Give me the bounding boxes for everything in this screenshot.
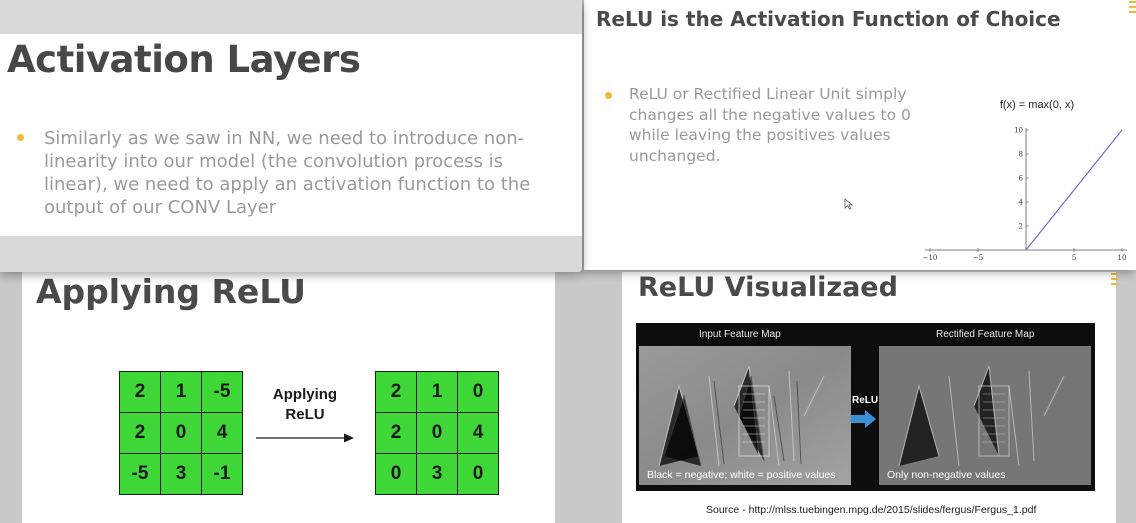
matrix-cell: 1 [417, 372, 457, 412]
slide-relu-visualized: ReLU Visualizaed Input Feature Map Recti… [584, 272, 1136, 523]
output-caption: Only non-negative values [887, 469, 1006, 481]
matrix-cell: 2 [120, 372, 160, 412]
menu-lines-icon [1129, 1, 1136, 13]
matrix-cell: 4 [458, 413, 498, 453]
x-tick-label: −5 [973, 254, 983, 262]
matrix-cell: -1 [202, 454, 242, 494]
slide-title: ReLU Visualizaed [638, 272, 898, 303]
applying-label-line2: ReLU [285, 406, 325, 423]
matrix-cell: 4 [202, 413, 242, 453]
menu-lines-icon [1111, 273, 1118, 285]
y-tick-label: 4 [1019, 199, 1024, 207]
right-arrow-icon [256, 433, 354, 443]
matrix-cell: 0 [161, 413, 201, 453]
matrix-cell: 0 [458, 454, 498, 494]
bullet-text: ReLU or Rectified Linear Unit simply cha… [629, 85, 911, 165]
bullet-icon [17, 134, 24, 141]
mouse-cursor-icon [844, 198, 853, 210]
plot-title: f(x) = max(0, x) [1000, 99, 1074, 111]
slide-relu-choice: ReLU is the Activation Function of Choic… [584, 0, 1136, 270]
rectified-feature-map-label: Rectified Feature Map [936, 329, 1035, 340]
matrix-cell: 1 [161, 372, 201, 412]
bullet-text: Similarly as we saw in NN, we need to in… [44, 128, 531, 218]
x-tick-label: −10 [923, 254, 938, 262]
rectified-feature-map-image: Only non-negative values [879, 346, 1091, 485]
input-feature-map-label: Input Feature Map [699, 329, 781, 340]
matrix-cell: 2 [120, 413, 160, 453]
matrix-cell: -5 [202, 372, 242, 412]
input-feature-map-image: Black = negative; white = positive value… [639, 346, 851, 485]
output-matrix: 210204030 [375, 371, 499, 495]
input-matrix: 2 1 -5 2 0 4 -5 3 -1 [119, 371, 243, 495]
y-tick-label: 8 [1019, 151, 1023, 159]
matrix-cell: 3 [161, 454, 201, 494]
slide-title: Activation Layers [7, 38, 361, 81]
slide-activation-layers: Activation Layers Similarly as we saw in… [0, 0, 582, 272]
slide-title: Applying ReLU [36, 272, 306, 311]
relu-line [1025, 129, 1123, 251]
y-tick-label: 10 [1014, 127, 1023, 135]
matrix-cell: -5 [120, 454, 160, 494]
slide-applying-relu: Applying ReLU 2 1 -5 2 0 4 -5 3 -1 Applying ReLU… [22, 270, 555, 523]
relu-function-plot: f(x) = max(0, x) −10 −5 5 10 2 4 6 8 10 [923, 99, 1127, 262]
relu-arrow-icon [851, 410, 876, 428]
input-caption: Black = negative; white = positive value… [647, 469, 836, 481]
matrix-cell: 2 [376, 372, 416, 412]
source-citation: Source - http://mlss.tuebingen.mpg.de/20… [706, 504, 1037, 516]
matrix-cell: 0 [417, 413, 457, 453]
matrix-cell: 3 [417, 454, 457, 494]
y-tick-label: 2 [1019, 223, 1023, 231]
y-tick-label: 6 [1019, 175, 1024, 183]
applying-relu-label: Applying ReLU [262, 385, 348, 425]
x-tick-label: 5 [1072, 254, 1076, 262]
matrix-cell: 0 [458, 372, 498, 412]
relu-arrow-label: ReLU [852, 395, 879, 406]
applying-label-line1: Applying [272, 386, 338, 403]
slide-title: ReLU is the Activation Function of Choic… [596, 7, 1061, 31]
x-tick-label: 10 [1118, 254, 1127, 262]
feature-map-figure: Input Feature Map Rectified Feature Map [636, 323, 1095, 491]
matrix-cell: 0 [376, 454, 416, 494]
matrix-cell: 2 [376, 413, 416, 453]
bullet-icon [605, 92, 612, 99]
